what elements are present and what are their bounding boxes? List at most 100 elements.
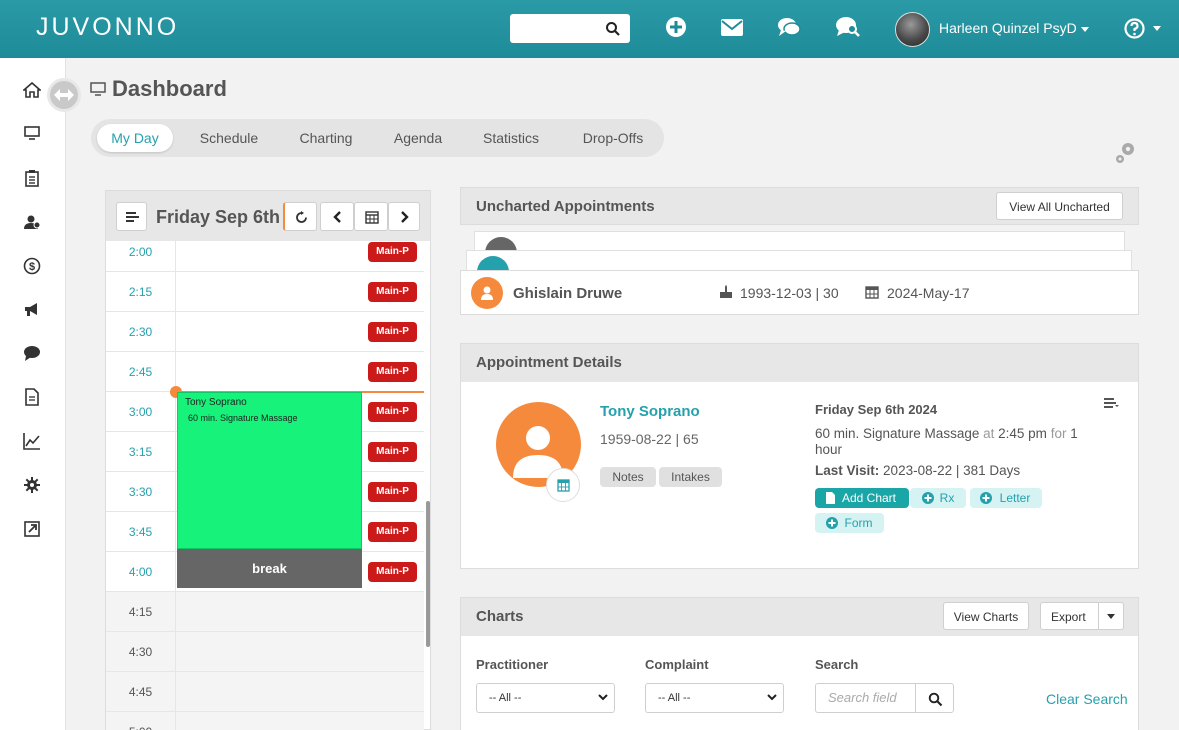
dollar-icon[interactable]: $	[23, 257, 41, 275]
practitioner-select[interactable]: -- All --	[476, 683, 615, 713]
tab-agenda[interactable]: Agenda	[380, 124, 456, 152]
slot-room-badge[interactable]: Main-P	[368, 402, 417, 422]
help-icon[interactable]	[1124, 18, 1145, 39]
client-avatar	[471, 277, 503, 309]
slot-room-badge[interactable]: Main-P	[368, 522, 417, 542]
tab-drop-offs[interactable]: Drop-Offs	[573, 124, 653, 152]
chart-search-input[interactable]: Search field	[815, 683, 916, 713]
intakes-button[interactable]: Intakes	[659, 467, 722, 487]
appointment-block[interactable]: Tony Soprano 60 min. Signature Massage	[177, 392, 362, 549]
uncharted-card-front[interactable]: Ghislain Druwe 1993-12-03 | 30 2024-May-…	[460, 270, 1139, 315]
calendar-picker-button[interactable]	[354, 202, 388, 231]
chevron-left-icon	[333, 211, 341, 223]
search-icon[interactable]	[605, 21, 621, 37]
schedule-client-button[interactable]	[546, 468, 580, 502]
add-chart-label: Add Chart	[841, 491, 897, 505]
calendar-slot-row[interactable]: 4:15	[106, 591, 424, 632]
tab-my-day[interactable]: My Day	[97, 124, 173, 152]
add-letter-button[interactable]: Letter	[970, 488, 1042, 508]
calendar-slot-row[interactable]: 5:00	[106, 711, 424, 730]
add-chart-button[interactable]: Add Chart	[815, 488, 909, 508]
slot-room-badge[interactable]: Main-P	[368, 282, 417, 302]
tab-statistics[interactable]: Statistics	[470, 124, 552, 152]
chevron-down-icon[interactable]	[1107, 614, 1115, 619]
practitioner-select-value: -- All --	[489, 692, 522, 704]
last-visit-label: Last Visit:	[815, 463, 880, 478]
calendar-next-button[interactable]	[388, 202, 420, 231]
calendar-slot-row[interactable]: 2:00 Main-P	[106, 241, 424, 272]
slot-room-badge[interactable]: Main-P	[368, 242, 417, 262]
clipboard-icon[interactable]	[23, 169, 41, 187]
last-visit-days: | 381 Days	[955, 463, 1021, 478]
document-icon[interactable]	[23, 388, 41, 406]
dashboard-settings-icon[interactable]	[1113, 140, 1139, 166]
clear-search-link[interactable]: Clear Search	[1046, 691, 1128, 707]
calendar-slot-row[interactable]: 2:15 Main-P	[106, 271, 424, 312]
menu-icon	[126, 212, 139, 222]
monitor-icon[interactable]	[23, 124, 41, 142]
appointment-service: 60 min. Signature Massage	[815, 426, 980, 441]
calendar-slot-row[interactable]: 4:45	[106, 671, 424, 712]
client-name-link[interactable]: Tony Soprano	[600, 403, 700, 420]
clients-icon[interactable]	[23, 213, 41, 231]
global-search-input[interactable]	[510, 14, 630, 43]
add-rx-button[interactable]: Rx	[910, 488, 966, 508]
slot-room-badge[interactable]: Main-P	[368, 482, 417, 502]
calendar-prev-button[interactable]	[320, 202, 354, 231]
complaint-select[interactable]: -- All --	[645, 683, 784, 713]
for-word: for	[1050, 426, 1067, 441]
charts-panel: Charts View Charts Export Practitioner C…	[460, 597, 1139, 730]
message-search-icon[interactable]	[835, 16, 861, 38]
chart-line-icon[interactable]	[23, 432, 41, 450]
chart-search-button[interactable]	[915, 683, 954, 713]
details-menu-icon[interactable]	[1104, 398, 1119, 408]
calendar-slot-row[interactable]: 2:30 Main-P	[106, 311, 424, 352]
monitor-title-icon	[90, 82, 106, 96]
tab-charting[interactable]: Charting	[288, 124, 364, 152]
chevron-down-icon[interactable]	[1081, 27, 1089, 32]
chevron-right-icon	[401, 211, 409, 223]
slot-room-badge[interactable]: Main-P	[368, 362, 417, 382]
appointment-details-title: Appointment Details	[461, 344, 1138, 382]
slot-time: 4:00	[106, 552, 176, 592]
calendar-refresh-button[interactable]	[283, 202, 317, 231]
external-link-icon[interactable]	[23, 520, 41, 538]
calendar-slot-row[interactable]: 4:30	[106, 631, 424, 672]
mail-icon[interactable]	[721, 19, 743, 36]
export-button[interactable]: Export	[1040, 602, 1124, 630]
comment-icon[interactable]	[23, 344, 41, 362]
slot-room-badge[interactable]: Main-P	[368, 442, 417, 462]
chat-icon[interactable]	[777, 16, 801, 38]
plus-circle-icon	[980, 492, 992, 504]
slot-room-badge[interactable]: Main-P	[368, 562, 417, 582]
add-icon[interactable]	[665, 16, 687, 38]
settings-icon[interactable]	[23, 476, 41, 494]
user-name[interactable]: Harleen Quinzel PsyD	[939, 20, 1077, 36]
calendar-menu-button[interactable]	[116, 202, 147, 231]
break-block[interactable]: break	[177, 549, 362, 588]
calendar-icon	[557, 479, 570, 492]
help-chevron-down-icon[interactable]	[1153, 26, 1161, 31]
slot-room-badge[interactable]: Main-P	[368, 322, 417, 342]
add-form-button[interactable]: Form	[815, 513, 884, 533]
chevron-down-icon	[598, 694, 608, 701]
uncharted-client-dob: 1993-12-03 | 30	[740, 285, 839, 301]
dashboard-tabs: My Day Schedule Charting Agenda Statisti…	[91, 119, 664, 157]
time-slots: 2:00 Main-P 2:15 Main-P 2:30 Main-P 2:45 Main-P…	[106, 241, 424, 730]
view-charts-button[interactable]: View Charts	[943, 602, 1029, 630]
person-icon	[481, 286, 493, 300]
calendar-scrollbar[interactable]	[426, 501, 430, 647]
slot-time: 3:15	[106, 432, 176, 472]
tab-schedule[interactable]: Schedule	[191, 124, 267, 152]
sidebar-toggle-button[interactable]	[47, 78, 81, 112]
megaphone-icon[interactable]	[23, 300, 41, 318]
view-all-uncharted-button[interactable]: View All Uncharted	[996, 192, 1123, 220]
home-icon[interactable]	[23, 81, 41, 99]
notes-button[interactable]: Notes	[600, 467, 656, 487]
calendar-slot-row[interactable]: 2:45 Main-P	[106, 351, 424, 392]
slot-time: 5:00	[106, 712, 176, 730]
avatar[interactable]	[895, 12, 930, 47]
logo[interactable]: JUVONNO	[36, 13, 179, 42]
plus-circle-icon	[826, 517, 838, 529]
calendar-header: Friday Sep 6th	[106, 191, 430, 241]
